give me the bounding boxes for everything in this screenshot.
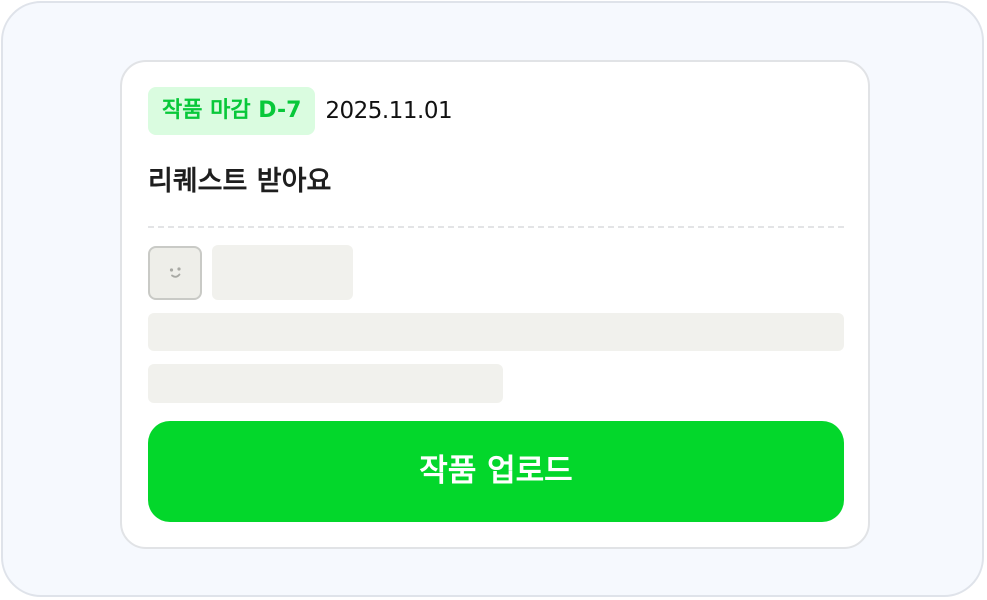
date-text: 2025.11.01 [325,98,453,124]
skeleton-name-placeholder [212,245,353,300]
skeleton-text-line [148,313,844,351]
request-card: 작품 마감 D-7 2025.11.01 리퀘스트 받아요 작품 업로드 [120,60,870,549]
smiley-placeholder-icon [169,267,181,278]
avatar [148,246,202,300]
card-meta-row: 작품 마감 D-7 2025.11.01 [148,87,453,135]
skeleton-text-line-short [148,364,503,403]
card-title: 리퀘스트 받아요 [148,166,332,197]
outer-frame: 작품 마감 D-7 2025.11.01 리퀘스트 받아요 작품 업로드 [1,1,984,597]
upload-artwork-button[interactable]: 작품 업로드 [148,421,844,522]
dashed-divider [148,226,844,228]
deadline-badge: 작품 마감 D-7 [148,87,316,135]
